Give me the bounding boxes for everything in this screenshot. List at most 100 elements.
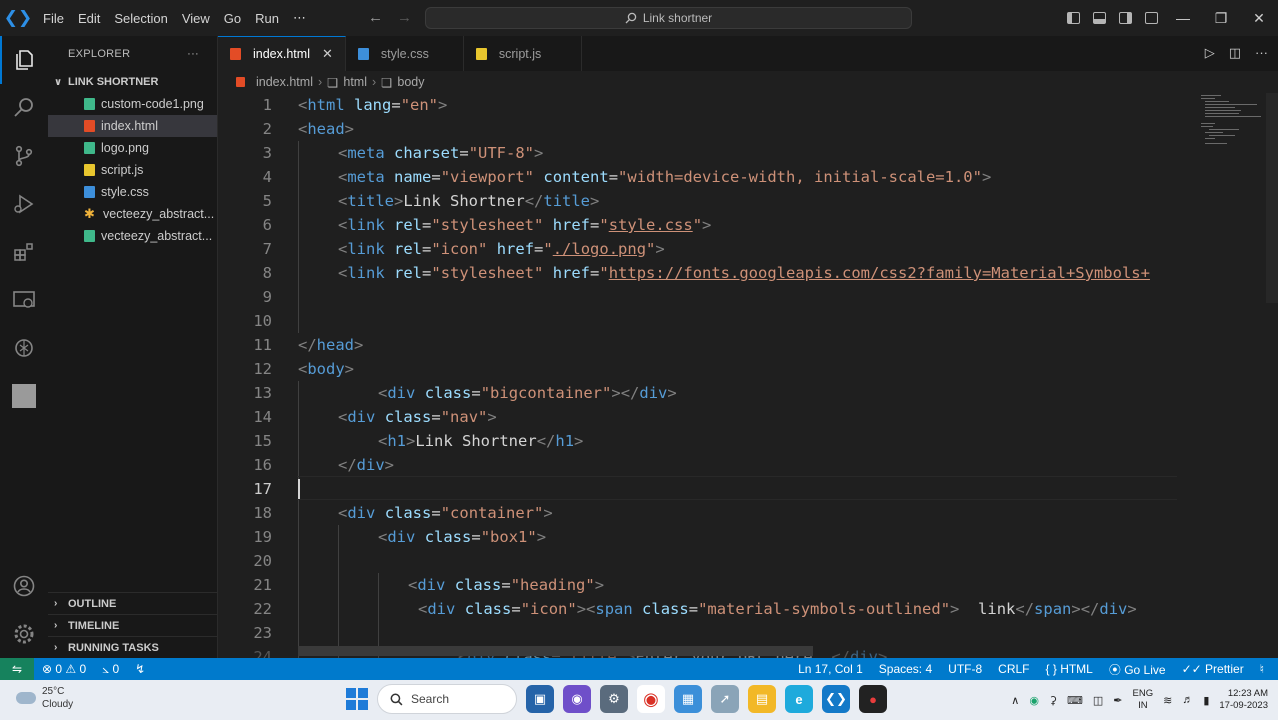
back-arrow-icon[interactable]: ← bbox=[368, 9, 383, 26]
extension-panel-icon[interactable] bbox=[0, 372, 48, 420]
weather-widget[interactable]: 25°C Cloudy bbox=[16, 685, 73, 711]
edge-icon[interactable]: e bbox=[785, 685, 813, 713]
language-indicator[interactable]: ENG IN bbox=[1133, 688, 1154, 712]
menu-go[interactable]: Go bbox=[217, 11, 248, 26]
toggle-panel-icon[interactable] bbox=[1086, 12, 1112, 24]
chrome-icon[interactable]: ◉ bbox=[637, 685, 665, 713]
show-hidden-icons-chevron-icon[interactable]: ∧ bbox=[1011, 694, 1019, 707]
file-item-script-js[interactable]: script.js bbox=[48, 159, 217, 181]
section-label: TIMELINE bbox=[68, 619, 120, 632]
editor-tabs: index.html ✕ style.css script.js ▷ ◫ ··· bbox=[218, 36, 1278, 71]
minimize-icon[interactable]: — bbox=[1164, 10, 1202, 26]
indentation-status[interactable]: Spaces: 4 bbox=[871, 662, 940, 676]
split-editor-icon[interactable]: ◫ bbox=[1229, 45, 1241, 61]
menu-run[interactable]: Run bbox=[248, 11, 286, 26]
breadcrumb-item[interactable]: body bbox=[397, 75, 424, 89]
menu-file[interactable]: File bbox=[36, 11, 71, 26]
search-icon[interactable] bbox=[0, 84, 48, 132]
file-explorer-icon[interactable]: ▤ bbox=[748, 685, 776, 713]
remote-explorer-icon[interactable] bbox=[0, 276, 48, 324]
settings-gear-icon[interactable]: ⚙ bbox=[600, 685, 628, 713]
horizontal-scrollbar[interactable] bbox=[298, 646, 813, 656]
run-file-icon[interactable]: ▷ bbox=[1205, 45, 1215, 61]
date: 17-09-2023 bbox=[1219, 700, 1268, 711]
language-label: HTML bbox=[1060, 662, 1093, 676]
notifications-bell-icon[interactable]: ♮ bbox=[1252, 662, 1272, 676]
live-share-icon[interactable]: ↯ bbox=[127, 662, 153, 676]
breadcrumb-item[interactable]: index.html bbox=[256, 75, 313, 89]
eol-status[interactable]: CRLF bbox=[990, 662, 1037, 676]
taskbar-search[interactable]: Search bbox=[377, 684, 517, 714]
encoding-status[interactable]: UTF-8 bbox=[940, 662, 990, 676]
file-item-index-html[interactable]: index.html bbox=[48, 115, 217, 137]
photos-icon[interactable]: ▦ bbox=[674, 685, 702, 713]
breadcrumb-item[interactable]: html bbox=[343, 75, 367, 89]
file-item-style-css[interactable]: style.css bbox=[48, 181, 217, 203]
clock[interactable]: 12:23 AM 17-09-2023 bbox=[1219, 688, 1268, 712]
problems-status[interactable]: ⊗ 0 ⚠ 0 bbox=[34, 662, 94, 676]
explorer-more-icon[interactable]: ··· bbox=[187, 48, 199, 60]
go-live-button[interactable]: ⦿ Go Live bbox=[1101, 661, 1174, 678]
menu-selection[interactable]: Selection bbox=[107, 11, 174, 26]
prettier-status[interactable]: ✓✓ Prettier bbox=[1174, 662, 1252, 676]
command-center-search[interactable]: Link shortner bbox=[425, 7, 912, 29]
menu-more[interactable]: ⋯ bbox=[286, 10, 313, 26]
editor-more-icon[interactable]: ··· bbox=[1255, 45, 1268, 61]
line-number: 1 bbox=[262, 96, 272, 114]
restore-icon[interactable]: ❐ bbox=[1202, 10, 1240, 27]
toggle-primary-sidebar-icon[interactable] bbox=[1060, 12, 1086, 24]
file-item-custom-code1[interactable]: custom-code1.png bbox=[48, 93, 217, 115]
folder-header[interactable]: ∨ LINK SHORTNER bbox=[48, 71, 217, 93]
wifi-icon[interactable]: ≋ bbox=[1163, 694, 1172, 707]
section-label: RUNNING TASKS bbox=[68, 641, 159, 654]
battery-icon[interactable]: ▮ bbox=[1203, 694, 1209, 707]
minimap[interactable] bbox=[1201, 93, 1261, 145]
html-file-icon bbox=[230, 48, 241, 60]
manage-gear-icon[interactable] bbox=[0, 610, 48, 658]
copilot-icon[interactable] bbox=[0, 324, 48, 372]
cursor-position[interactable]: Ln 17, Col 1 bbox=[790, 662, 871, 676]
run-debug-icon[interactable] bbox=[0, 180, 48, 228]
tab-script-js[interactable]: script.js bbox=[464, 36, 582, 71]
timeline-section[interactable]: › TIMELINE bbox=[48, 614, 218, 636]
tab-index-html[interactable]: index.html ✕ bbox=[218, 36, 346, 71]
vertical-scrollbar[interactable] bbox=[1266, 93, 1278, 303]
tab-label: style.css bbox=[380, 46, 429, 61]
remote-indicator-icon[interactable]: ⇋ bbox=[0, 658, 34, 680]
accounts-icon[interactable] bbox=[0, 562, 48, 610]
vscode-taskbar-icon[interactable]: ❮❯ bbox=[822, 685, 850, 713]
explorer-icon[interactable] bbox=[0, 36, 48, 84]
chat-icon[interactable]: ◉ bbox=[563, 685, 591, 713]
toggle-secondary-sidebar-icon[interactable] bbox=[1112, 12, 1138, 24]
tray-app-icon[interactable]: ◉ bbox=[1029, 694, 1039, 707]
windows-start-icon[interactable] bbox=[346, 688, 368, 710]
extensions-icon[interactable] bbox=[0, 228, 48, 276]
menu-edit[interactable]: Edit bbox=[71, 11, 107, 26]
microphone-icon[interactable]: ⚳ bbox=[1049, 694, 1057, 707]
task-view-icon[interactable]: ▣ bbox=[526, 685, 554, 713]
outline-section[interactable]: › OUTLINE bbox=[48, 592, 218, 614]
ports-status[interactable]: ⦣ 0 bbox=[94, 662, 127, 677]
running-tasks-section[interactable]: › RUNNING TASKS bbox=[48, 636, 218, 658]
tab-style-css[interactable]: style.css bbox=[346, 36, 464, 71]
pen-icon[interactable]: ✒ bbox=[1113, 694, 1122, 707]
app-arrow-icon[interactable]: ➚ bbox=[711, 685, 739, 713]
ports-count: 0 bbox=[112, 661, 120, 676]
keyboard-icon[interactable]: ⌨ bbox=[1067, 694, 1083, 707]
line-number: 2 bbox=[262, 120, 272, 138]
file-item-vecteezy-2[interactable]: vecteezy_abstract... bbox=[48, 225, 217, 247]
line-number: 5 bbox=[262, 192, 272, 210]
code-editor[interactable]: 1 <html lang="en"> 2 <head> 3 <meta charset… bbox=[218, 93, 1278, 658]
file-item-vecteezy-1[interactable]: ✱ vecteezy_abstract... bbox=[48, 203, 217, 225]
menu-view[interactable]: View bbox=[175, 11, 217, 26]
display-icon[interactable]: ◫ bbox=[1093, 694, 1103, 707]
source-control-icon[interactable] bbox=[0, 132, 48, 180]
close-tab-icon[interactable]: ✕ bbox=[322, 46, 333, 62]
forward-arrow-icon[interactable]: → bbox=[397, 9, 412, 26]
volume-icon[interactable]: ♬ bbox=[1182, 694, 1193, 706]
recording-app-icon[interactable]: ● bbox=[859, 685, 887, 713]
customize-layout-icon[interactable] bbox=[1138, 12, 1164, 24]
language-mode[interactable]: { } HTML bbox=[1038, 662, 1101, 676]
file-item-logo-png[interactable]: logo.png bbox=[48, 137, 217, 159]
close-window-icon[interactable]: ✕ bbox=[1240, 10, 1278, 27]
